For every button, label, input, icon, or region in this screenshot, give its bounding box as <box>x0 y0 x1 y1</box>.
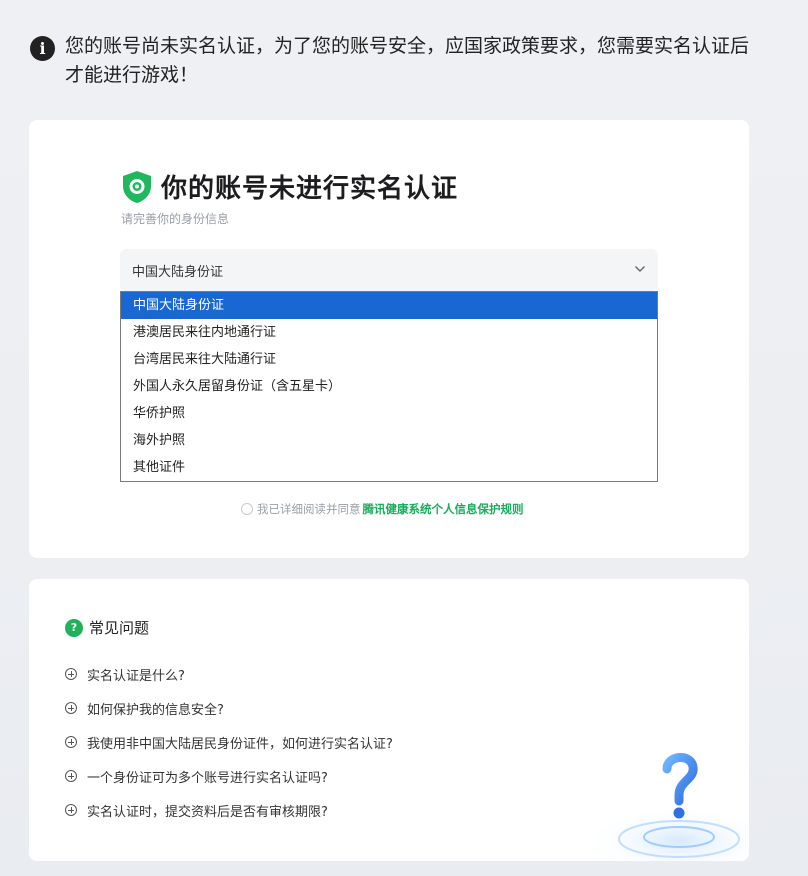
question-mark-illustration <box>584 753 749 861</box>
verification-card: 你的账号未进行实名认证 请完善你的身份信息 中国大陆身份证 中国大陆身份证 港澳… <box>29 120 749 558</box>
id-type-dropdown: 中国大陆身份证 港澳居民来往内地通行证 台湾居民来往大陆通行证 外国人永久居留身… <box>120 291 658 482</box>
id-type-selected-value: 中国大陆身份证 <box>132 264 224 280</box>
faq-item[interactable]: 实名认证是什么? <box>65 657 393 691</box>
id-type-select[interactable]: 中国大陆身份证 <box>120 249 658 291</box>
faq-item[interactable]: 一个身份证可为多个账号进行实名认证吗? <box>65 759 393 793</box>
expand-plus-icon <box>65 668 77 680</box>
title-row: 你的账号未进行实名认证 <box>121 168 458 205</box>
agree-radio[interactable] <box>241 503 253 515</box>
faq-item[interactable]: 我使用非中国大陆居民身份证件，如何进行实名认证? <box>65 725 393 759</box>
faq-item[interactable]: 实名认证时，提交资料后是否有审核期限? <box>65 793 393 827</box>
privacy-rules-link[interactable]: 腾讯健康系统个人信息保护规则 <box>363 501 524 517</box>
agreement-row: 我已详细阅读并同意 腾讯健康系统个人信息保护规则 <box>241 501 524 517</box>
faq-list: 实名认证是什么? 如何保护我的信息安全? 我使用非中国大陆居民身份证件，如何进行… <box>65 657 393 827</box>
expand-plus-icon <box>65 770 77 782</box>
id-type-option[interactable]: 中国大陆身份证 <box>121 292 657 319</box>
notice-text: 您的账号尚未实名认证，为了您的账号安全，应国家政策要求，您需要实名认证后才能进行… <box>65 35 750 86</box>
expand-plus-icon <box>65 736 77 748</box>
page-title: 你的账号未进行实名认证 <box>161 174 459 204</box>
faq-card: ? 常见问题 实名认证是什么? 如何保护我的信息安全? 我使用非中国大陆居民身份… <box>29 579 749 861</box>
verification-notice: i 您的账号尚未实名认证，为了您的账号安全，应国家政策要求，您需要实名认证后才能… <box>30 32 760 90</box>
agree-text: 我已详细阅读并同意 <box>257 502 361 516</box>
info-icon: i <box>30 36 55 61</box>
id-type-option[interactable]: 其他证件 <box>121 454 657 481</box>
faq-question: 如何保护我的信息安全? <box>87 702 224 718</box>
faq-header: ? 常见问题 <box>65 617 149 638</box>
faq-title: 常见问题 <box>89 619 150 637</box>
faq-item[interactable]: 如何保护我的信息安全? <box>65 691 393 725</box>
faq-question: 实名认证是什么? <box>87 668 185 684</box>
id-type-option[interactable]: 外国人永久居留身份证（含五星卡） <box>121 373 657 400</box>
faq-question: 一个身份证可为多个账号进行实名认证吗? <box>87 770 328 786</box>
faq-question: 实名认证时，提交资料后是否有审核期限? <box>87 804 328 820</box>
id-type-option[interactable]: 华侨护照 <box>121 400 657 427</box>
id-type-option[interactable]: 台湾居民来往大陆通行证 <box>121 346 657 373</box>
chevron-down-icon <box>635 266 645 272</box>
expand-plus-icon <box>65 804 77 816</box>
expand-plus-icon <box>65 702 77 714</box>
shield-icon <box>123 170 151 203</box>
faq-question: 我使用非中国大陆居民身份证件，如何进行实名认证? <box>87 736 393 752</box>
question-icon: ? <box>65 618 83 637</box>
id-type-option[interactable]: 港澳居民来往内地通行证 <box>121 319 657 346</box>
id-type-option[interactable]: 海外护照 <box>121 427 657 454</box>
page-subtitle: 请完善你的身份信息 <box>121 212 230 226</box>
